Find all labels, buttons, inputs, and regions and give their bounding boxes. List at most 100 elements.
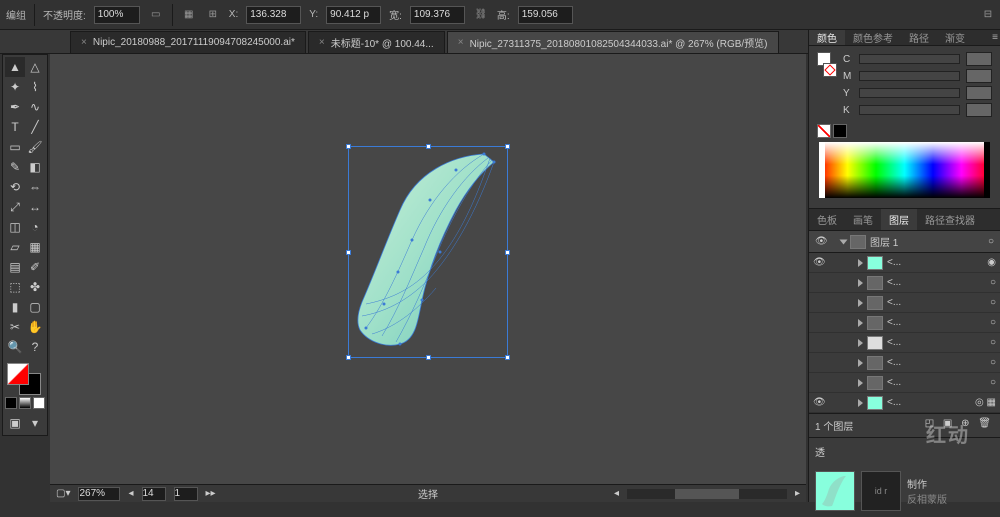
free-transform-tool[interactable]: ◫ (5, 217, 25, 237)
sublayer-row[interactable]: <...○ (809, 273, 1000, 293)
layer-name[interactable]: 图层 1 (870, 234, 898, 249)
paintbrush-tool[interactable]: 🖌 (25, 137, 45, 157)
direct-selection-tool[interactable]: △ (25, 57, 45, 77)
artboard-tool[interactable]: ▢ (25, 297, 45, 317)
rectangle-tool[interactable]: ▭ (5, 137, 25, 157)
expand-icon[interactable] (840, 239, 848, 244)
scale-tool[interactable]: ⤢ (5, 197, 25, 217)
zoom-input[interactable] (78, 487, 120, 501)
expand-icon[interactable] (858, 399, 863, 407)
gradient-tool[interactable]: ▤ (5, 257, 25, 277)
x-input[interactable] (246, 6, 301, 24)
selection-tool[interactable]: ▲ (5, 57, 25, 77)
change-screen-tool[interactable]: ▾ (25, 413, 45, 433)
sublayer-row[interactable]: <...○ (809, 333, 1000, 353)
canvas-area[interactable] (50, 54, 806, 484)
k-value[interactable] (966, 103, 992, 117)
sublayer-row[interactable]: <...○ (809, 373, 1000, 393)
panel-tab-color[interactable]: 颜色 (809, 30, 845, 45)
options-overflow-icon[interactable]: ⊟ (980, 6, 996, 22)
sublayer-row[interactable]: <...○ (809, 353, 1000, 373)
panel-tab-stroke[interactable]: 路径 (901, 30, 937, 45)
align-icon[interactable]: ▦ (181, 7, 197, 23)
shape-builder-tool[interactable]: ◔ (25, 217, 45, 237)
resize-handle[interactable] (346, 144, 351, 149)
fill-color-swatch[interactable] (33, 397, 45, 409)
y-value[interactable] (966, 86, 992, 100)
pencil-tool[interactable]: ✎ (5, 157, 25, 177)
shape-preview[interactable] (815, 471, 855, 511)
resize-handle[interactable] (346, 355, 351, 360)
symbol-tool[interactable]: ✤ (25, 277, 45, 297)
pen-tool[interactable]: ✒ (5, 97, 25, 117)
width-tool[interactable]: ↔ (25, 197, 45, 217)
scroll-left-icon[interactable]: ◂ (614, 488, 619, 499)
panel-menu-icon[interactable]: ≡ (992, 32, 998, 43)
mesh-tool[interactable]: ▦ (25, 237, 45, 257)
fill-gradient-swatch[interactable] (19, 397, 31, 409)
line-tool[interactable]: ╱ (25, 117, 45, 137)
expand-icon[interactable] (858, 319, 863, 327)
resize-handle[interactable] (505, 144, 510, 149)
screen-mode-tool[interactable]: ▣ (5, 413, 25, 433)
nav-next-icon[interactable]: ▸▸ (206, 488, 216, 499)
document-tab[interactable]: ×Nipic_20180988_20171119094708245000.ai* (70, 31, 306, 53)
link-wh-icon[interactable]: ⛓ (473, 7, 489, 23)
k-slider[interactable] (859, 105, 960, 115)
hand-tool[interactable]: ✋ (25, 317, 45, 337)
panel-tab-brushes[interactable]: 画笔 (845, 209, 881, 230)
close-icon[interactable]: × (81, 37, 87, 48)
document-tab[interactable]: ×未标题-10* @ 100.44... (308, 31, 445, 53)
y-input[interactable] (326, 6, 381, 24)
slice-tool[interactable]: ✂ (5, 317, 25, 337)
layer-row[interactable]: 👁 图层 1 ○ (809, 231, 1000, 253)
lasso-tool[interactable]: ⌇ (25, 77, 45, 97)
expand-icon[interactable] (858, 359, 863, 367)
make-mask-label[interactable]: 制作 (907, 476, 947, 491)
panel-tab-pathfinder[interactable]: 路径查找器 (917, 209, 983, 230)
zoom-tool[interactable]: 🔍 (5, 337, 25, 357)
c-slider[interactable] (859, 54, 960, 64)
w-input[interactable] (410, 6, 465, 24)
close-icon[interactable]: × (319, 37, 325, 48)
resize-handle[interactable] (346, 250, 351, 255)
black-swatch[interactable] (833, 124, 847, 138)
y-slider[interactable] (859, 88, 960, 98)
h-scrollbar[interactable] (627, 489, 787, 499)
stroke-swatch[interactable] (823, 63, 837, 77)
expand-icon[interactable] (858, 339, 863, 347)
expand-icon[interactable] (858, 279, 863, 287)
opacity-input[interactable] (94, 6, 140, 24)
none-swatch[interactable] (817, 124, 831, 138)
reflect-tool[interactable]: ⇔ (25, 177, 45, 197)
curvature-tool[interactable]: ∿ (25, 97, 45, 117)
expand-icon[interactable] (858, 299, 863, 307)
panel-tab-colorguide[interactable]: 颜色参考 (845, 30, 901, 45)
expand-icon[interactable] (858, 259, 863, 267)
panel-tab-swatches[interactable]: 色板 (809, 209, 845, 230)
resize-handle[interactable] (505, 355, 510, 360)
nav-prev-icon[interactable]: ◂ (128, 488, 133, 499)
visibility-icon[interactable]: 👁 (813, 397, 825, 408)
style-icon[interactable]: ▭ (148, 7, 164, 23)
nav-input[interactable] (142, 487, 166, 501)
c-value[interactable] (966, 52, 992, 66)
sublayer-row[interactable]: <...○ (809, 313, 1000, 333)
m-slider[interactable] (859, 71, 960, 81)
color-spectrum[interactable] (819, 142, 990, 198)
mask-preview[interactable]: id r (861, 471, 901, 511)
m-value[interactable] (966, 69, 992, 83)
document-tab[interactable]: ×Nipic_27311375_20180801082504344033.ai*… (447, 31, 779, 53)
close-icon[interactable]: × (458, 37, 464, 48)
panel-tab-layers[interactable]: 图层 (881, 209, 917, 230)
panel-tab-gradient[interactable]: 渐变 (937, 30, 973, 45)
h-input[interactable] (518, 6, 573, 24)
expand-icon[interactable] (858, 379, 863, 387)
eraser-tool[interactable]: ◧ (25, 157, 45, 177)
sublayer-row[interactable]: 👁<...◎ ▦ (809, 393, 1000, 413)
artboard-nav-icon[interactable]: ▢▾ (56, 488, 70, 499)
resize-handle[interactable] (505, 250, 510, 255)
scroll-right-icon[interactable]: ▸ (795, 488, 800, 499)
magic-wand-tool[interactable]: ✦ (5, 77, 25, 97)
resize-handle[interactable] (426, 355, 431, 360)
